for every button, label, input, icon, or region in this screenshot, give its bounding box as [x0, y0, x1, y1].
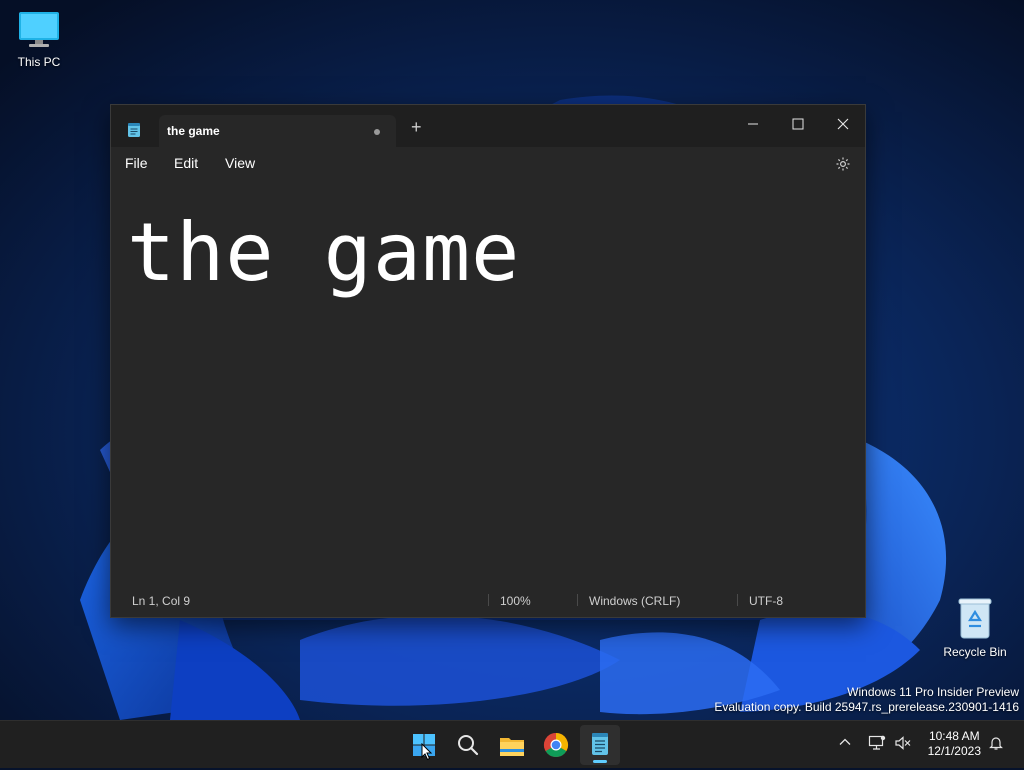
taskbar-clock[interactable]: 10:48 AM 12/1/2023 — [928, 729, 981, 759]
watermark-line-1: Windows 11 Pro Insider Preview — [847, 685, 1019, 699]
menu-edit[interactable]: Edit — [174, 155, 198, 171]
notification-bell-icon[interactable] — [988, 735, 1004, 751]
active-app-indicator — [593, 760, 607, 763]
text-editor-area[interactable]: the game — [111, 181, 865, 583]
menu-file[interactable]: File — [125, 155, 148, 171]
close-button[interactable] — [828, 112, 858, 136]
title-bar[interactable]: the game + — [111, 105, 865, 147]
unsaved-indicator-icon[interactable] — [374, 129, 380, 135]
settings-gear-icon[interactable] — [835, 156, 851, 172]
document-text[interactable]: the game — [127, 205, 520, 301]
volume-muted-icon[interactable] — [894, 735, 912, 751]
clock-time: 10:48 AM — [928, 729, 980, 743]
recycle-bin-icon — [958, 598, 992, 639]
status-cursor-position: Ln 1, Col 9 — [132, 594, 191, 608]
notepad-app-icon — [128, 123, 140, 137]
menu-bar: File Edit View — [111, 147, 865, 181]
network-icon[interactable] — [868, 735, 886, 751]
notepad-icon — [592, 733, 608, 755]
desktop-icon-this-pc[interactable]: This PC — [0, 10, 79, 69]
clock-date: 12/1/2023 — [927, 744, 981, 758]
status-divider — [737, 594, 738, 606]
show-hidden-icons-chevron-icon[interactable] — [838, 735, 852, 749]
maximize-icon — [792, 118, 804, 130]
search-button[interactable] — [448, 725, 488, 765]
status-bar: Ln 1, Col 9 100% Windows (CRLF) UTF-8 — [111, 583, 865, 617]
chrome-button[interactable] — [536, 725, 576, 765]
maximize-button[interactable] — [783, 112, 813, 136]
tab-the-game[interactable]: the game — [159, 115, 396, 147]
desktop-icon-label: Recycle Bin — [943, 645, 1007, 659]
notepad-taskbar-button[interactable] — [580, 725, 620, 765]
mouse-cursor-icon — [421, 743, 433, 761]
notepad-window: the game + File Edit View the game Ln 1,… — [110, 104, 866, 618]
file-explorer-icon — [500, 738, 524, 756]
tab-title: the game — [167, 124, 220, 138]
taskbar: 10:48 AM 12/1/2023 — [0, 720, 1024, 768]
windows-watermark: Windows 11 Pro Insider Preview Evaluatio… — [714, 685, 1019, 715]
desktop-icon-label: This PC — [17, 55, 61, 69]
minimize-button[interactable] — [738, 112, 768, 136]
status-divider — [488, 594, 489, 606]
status-encoding[interactable]: UTF-8 — [749, 594, 783, 608]
file-explorer-button[interactable] — [492, 725, 532, 765]
close-icon — [837, 118, 849, 130]
this-pc-icon — [19, 12, 59, 47]
chrome-icon — [543, 733, 569, 758]
search-icon — [458, 735, 479, 756]
status-line-ending[interactable]: Windows (CRLF) — [589, 594, 680, 608]
desktop-icon-recycle-bin[interactable]: Recycle Bin — [935, 596, 1015, 659]
status-zoom[interactable]: 100% — [500, 594, 531, 608]
status-divider — [577, 594, 578, 606]
new-tab-button[interactable]: + — [411, 118, 422, 136]
start-button[interactable] — [404, 725, 444, 765]
watermark-line-2: Evaluation copy. Build 25947.rs_prerelea… — [714, 700, 1019, 714]
menu-view[interactable]: View — [225, 155, 255, 171]
